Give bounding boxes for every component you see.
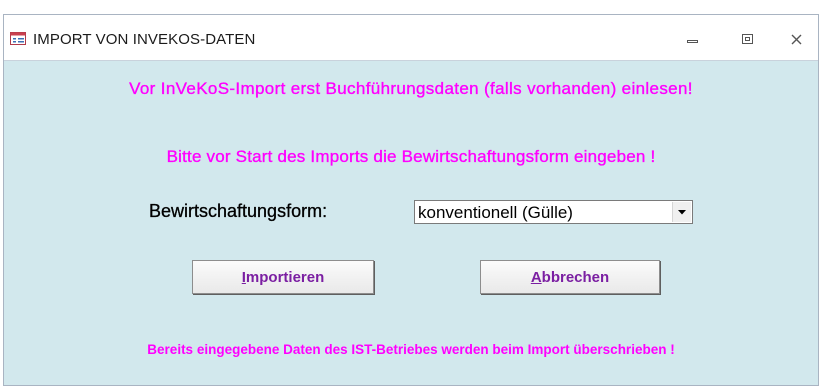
title-bar[interactable]: IMPORT VON INVEKOS-DATEN	[4, 15, 818, 61]
prerequisite-message: Vor InVeKoS-Import erst Buchführungsdate…	[129, 79, 693, 98]
import-dialog-window: IMPORT VON INVEKOS-DATEN Vor InVeKoS-Imp…	[3, 14, 819, 386]
restore-button[interactable]	[735, 28, 761, 50]
close-icon	[791, 34, 801, 44]
bewirtschaftungsform-label: Bewirtschaftungsform:	[149, 201, 328, 221]
cancel-button[interactable]: Abbrechen	[480, 260, 660, 294]
cancel-label-rest: bbrechen	[541, 268, 610, 286]
combobox-dropdown-button[interactable]	[672, 202, 691, 222]
form-icon	[10, 32, 26, 45]
restore-icon	[742, 33, 753, 44]
chevron-down-icon	[678, 209, 686, 214]
overwrite-warning: Bereits eingegebene Daten des IST-Betrie…	[147, 342, 675, 357]
dialog-body: Vor InVeKoS-Import erst Buchführungsdate…	[4, 61, 818, 385]
window-title: IMPORT VON INVEKOS-DATEN	[33, 31, 256, 48]
import-button[interactable]: Importieren	[192, 260, 374, 294]
close-button[interactable]	[783, 28, 809, 50]
combobox-value: konventionell (Gülle)	[418, 203, 573, 222]
instruction-message: Bitte vor Start des Imports die Bewirtsc…	[166, 147, 656, 166]
bewirtschaftungsform-combobox[interactable]: konventionell (Gülle)	[414, 200, 693, 224]
minimize-icon	[687, 40, 698, 43]
cancel-accelerator: A	[530, 268, 542, 286]
minimize-button[interactable]	[680, 28, 706, 50]
import-label-rest: mportieren	[245, 268, 325, 286]
